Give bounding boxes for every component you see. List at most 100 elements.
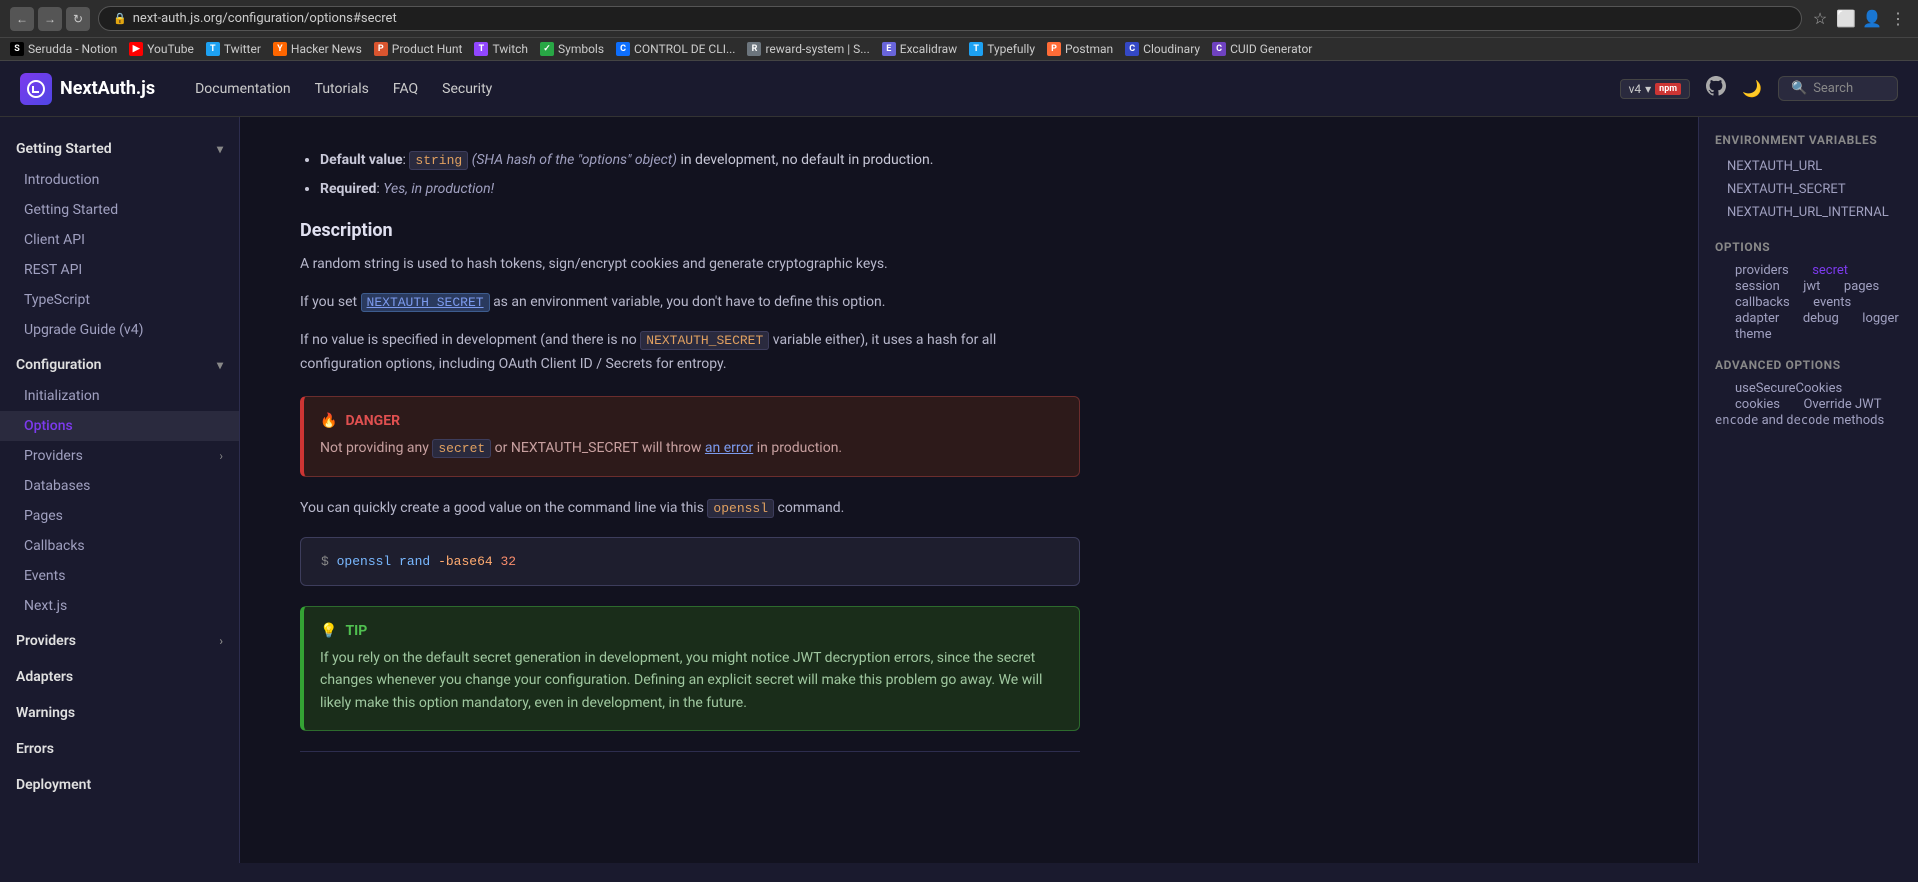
para2-after: as an environment variable, you don't ha… [493, 294, 885, 310]
logo-svg [27, 80, 45, 98]
bookmark-twitter[interactable]: T Twitter [206, 42, 261, 56]
bookmark-favicon: T [206, 42, 220, 56]
code-flag: -base64 [438, 554, 493, 569]
bookmark-cuid[interactable]: C CUID Generator [1212, 42, 1312, 56]
search-bar[interactable]: 🔍 Search [1778, 76, 1898, 101]
right-sidebar-theme[interactable]: theme [1715, 324, 1772, 345]
inline-code-string: string [409, 151, 468, 170]
bookmark-postman[interactable]: P Postman [1047, 42, 1113, 56]
sidebar-item-pages[interactable]: Pages [0, 501, 239, 531]
bookmark-producthunt[interactable]: P Product Hunt [374, 42, 463, 56]
nav-tutorials[interactable]: Tutorials [315, 81, 369, 97]
sidebar-item-providers[interactable]: Providers › [0, 441, 239, 471]
bookmark-label: Typefully [987, 42, 1035, 56]
danger-box-title: 🔥 DANGER [320, 413, 1063, 429]
sidebar-item-label: Getting Started [24, 202, 118, 218]
moon-icon[interactable]: 🌙 [1742, 79, 1762, 98]
content-divider [300, 751, 1080, 752]
sidebar-section-deployment: Deployment [0, 769, 239, 801]
extensions-icon[interactable]: ⬜ [1836, 9, 1856, 28]
right-sidebar-nextauth-url[interactable]: NEXTAUTH_URL [1715, 155, 1902, 178]
menu-icon[interactable]: ⋮ [1888, 9, 1908, 28]
profile-icon[interactable]: 👤 [1862, 9, 1882, 28]
sidebar-item-initialization[interactable]: Initialization [0, 381, 239, 411]
bullet-text-default-suffix: in development, no default in production… [680, 152, 933, 168]
bookmark-symbols[interactable]: ✓ Symbols [540, 42, 604, 56]
right-sidebar-nextauth-url-internal[interactable]: NEXTAUTH_URL_INTERNAL [1715, 201, 1902, 224]
sidebar-item-callbacks[interactable]: Callbacks [0, 531, 239, 561]
nav-security[interactable]: Security [442, 81, 492, 97]
sidebar-item-rest-api[interactable]: REST API [0, 255, 239, 285]
sidebar-section-header-configuration[interactable]: Configuration ▾ [0, 349, 239, 381]
sidebar-item-label: Events [24, 568, 65, 584]
logo-icon [20, 73, 52, 105]
sidebar-item-nextjs[interactable]: Next.js [0, 591, 239, 621]
right-sidebar-logger[interactable]: logger [1842, 308, 1898, 329]
bookmark-favicon: ▶ [129, 42, 143, 56]
sidebar-section-warnings: Warnings [0, 697, 239, 729]
chevron-down-icon: ▾ [1645, 82, 1651, 96]
bookmark-serudda[interactable]: S Serudda - Notion [10, 42, 117, 56]
bookmark-label: Serudda - Notion [28, 42, 117, 56]
bookmark-favicon: ✓ [540, 42, 554, 56]
sidebar-item-options[interactable]: Options [0, 411, 239, 441]
sidebar-section-errors: Errors [0, 733, 239, 765]
sidebar-section-header-adapters[interactable]: Adapters [0, 661, 239, 693]
star-icon[interactable]: ☆ [1810, 9, 1830, 28]
sidebar-item-label: Callbacks [24, 538, 85, 554]
nextauth-secret-link[interactable]: NEXTAUTH_SECRET [361, 293, 490, 312]
browser-chrome: ← → ↻ 🔒 next-auth.js.org/configuration/o… [0, 0, 1918, 38]
bookmark-typefully[interactable]: T Typefully [969, 42, 1035, 56]
bookmark-label: CONTROL DE CLI... [634, 42, 735, 56]
bookmark-excalidraw[interactable]: E Excalidraw [882, 42, 957, 56]
back-button[interactable]: ← [10, 7, 34, 31]
bookmark-control[interactable]: C CONTROL DE CLI... [616, 42, 735, 56]
sidebar-section-header-deployment[interactable]: Deployment [0, 769, 239, 801]
bookmark-label: Twitch [492, 42, 528, 56]
bookmark-label: Hacker News [291, 42, 362, 56]
bookmark-hackernews[interactable]: Y Hacker News [273, 42, 362, 56]
bookmark-youtube[interactable]: ▶ YouTube [129, 42, 194, 56]
sidebar-item-introduction[interactable]: Introduction [0, 165, 239, 195]
an-error-link[interactable]: an error [705, 440, 753, 456]
right-sidebar-nextauth-secret[interactable]: NEXTAUTH_SECRET [1715, 178, 1902, 201]
sidebar-item-databases[interactable]: Databases [0, 471, 239, 501]
sidebar-section-header-providers[interactable]: Providers › [0, 625, 239, 657]
sidebar-item-label: Options [24, 418, 73, 434]
sidebar-item-client-api[interactable]: Client API [0, 225, 239, 255]
sidebar-section-header-errors[interactable]: Errors [0, 733, 239, 765]
bookmark-label: Symbols [558, 42, 604, 56]
sidebar-section-header-getting-started[interactable]: Getting Started ▾ [0, 133, 239, 165]
bookmark-label: Cloudinary [1143, 42, 1200, 56]
bookmark-cloudinary[interactable]: C Cloudinary [1125, 42, 1200, 56]
github-icon[interactable] [1706, 76, 1726, 101]
sidebar-section-header-warnings[interactable]: Warnings [0, 697, 239, 729]
nav-documentation[interactable]: Documentation [195, 81, 291, 97]
sidebar-item-label: Providers [24, 448, 83, 464]
lock-icon: 🔒 [113, 12, 127, 25]
forward-button[interactable]: → [38, 7, 62, 31]
sidebar-section-getting-started: Getting Started ▾ Introduction Getting S… [0, 133, 239, 345]
npm-logo: npm [1655, 83, 1681, 95]
search-icon: 🔍 [1791, 81, 1807, 96]
sidebar-item-upgrade-guide[interactable]: Upgrade Guide (v4) [0, 315, 239, 345]
lightbulb-icon: 💡 [320, 623, 337, 639]
sidebar-item-events[interactable]: Events [0, 561, 239, 591]
bookmark-label: Twitter [224, 42, 261, 56]
para2: If you set NEXTAUTH_SECRET as an environ… [300, 291, 1080, 315]
refresh-button[interactable]: ↻ [66, 7, 90, 31]
bookmark-favicon: P [374, 42, 388, 56]
bookmark-reward[interactable]: R reward-system | S... [747, 42, 869, 56]
left-sidebar: Getting Started ▾ Introduction Getting S… [0, 117, 240, 863]
advanced-title: Advanced Options [1715, 358, 1902, 372]
address-bar[interactable]: 🔒 next-auth.js.org/configuration/options… [98, 6, 1802, 31]
content-inner: Default value: string (SHA hash of the "… [300, 117, 1080, 796]
sidebar-item-typescript[interactable]: TypeScript [0, 285, 239, 315]
sidebar-item-getting-started[interactable]: Getting Started [0, 195, 239, 225]
bookmark-twitch[interactable]: T Twitch [474, 42, 528, 56]
nav-faq[interactable]: FAQ [393, 81, 418, 97]
description-heading: Description [300, 220, 1080, 241]
right-sidebar-debug[interactable]: debug [1783, 308, 1839, 329]
options-title: Options [1715, 240, 1902, 254]
version-badge[interactable]: v4 ▾ npm [1620, 79, 1691, 99]
